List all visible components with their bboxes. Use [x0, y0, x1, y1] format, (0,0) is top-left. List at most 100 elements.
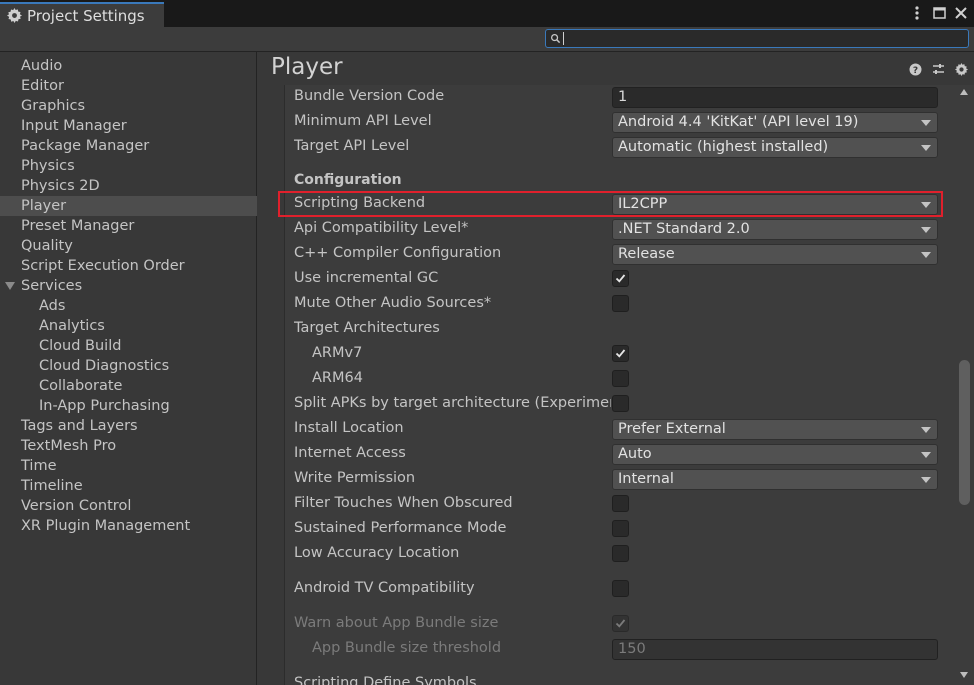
chevron-down-icon — [921, 202, 931, 208]
chevron-down-icon — [921, 145, 931, 151]
scripting-backend-dropdown[interactable]: IL2CPP — [612, 194, 938, 215]
sidebar-item-label: Graphics — [21, 98, 86, 114]
sidebar-item-time[interactable]: Time — [0, 456, 257, 476]
field-label: Bundle Version Code — [294, 88, 445, 104]
page-title: Player — [271, 54, 343, 80]
row-android-tv-compatibility: Android TV Compatibility — [285, 577, 955, 602]
settings-gear-icon[interactable] — [954, 62, 968, 76]
field-label: Use incremental GC — [294, 270, 439, 286]
sidebar-item-input-manager[interactable]: Input Manager — [0, 116, 257, 136]
sidebar-item-label: TextMesh Pro — [21, 438, 117, 454]
filter-touches-when-obscured-checkbox[interactable] — [612, 495, 629, 512]
scroll-up-icon[interactable] — [960, 89, 968, 95]
sidebar-item-label: Services — [21, 278, 83, 294]
sidebar-item-quality[interactable]: Quality — [0, 236, 257, 256]
sidebar-item-collaborate[interactable]: Collaborate — [0, 376, 257, 396]
minimum-api-level-dropdown[interactable]: Android 4.4 'KitKat' (API level 19) — [612, 112, 938, 133]
sidebar-item-label: Script Execution Order — [21, 258, 185, 274]
sidebar-item-label: Version Control — [21, 498, 132, 514]
internet-access-dropdown[interactable]: Auto — [612, 444, 938, 465]
row-write-permission: Write Permission Internal — [285, 467, 955, 492]
row-low-accuracy-location: Low Accuracy Location — [285, 542, 955, 567]
sidebar-item-label: Audio — [21, 58, 63, 74]
bundle-version-code-field[interactable]: 1 — [612, 87, 938, 108]
field-label: Target Architectures — [294, 320, 440, 336]
install-location-dropdown[interactable]: Prefer External — [612, 419, 938, 440]
dropdown-value: Automatic (highest installed) — [618, 139, 829, 155]
row-target-api-level: Target API Level Automatic (highest insta… — [285, 135, 955, 160]
sidebar-item-analytics[interactable]: Analytics — [0, 316, 257, 336]
help-icon[interactable]: ? — [908, 62, 922, 76]
c-compiler-configuration-dropdown[interactable]: Release — [612, 244, 938, 265]
search-input[interactable] — [545, 29, 969, 48]
sidebar-item-in-app-purchasing[interactable]: In-App Purchasing — [0, 396, 257, 416]
sidebar-item-physics-2d[interactable]: Physics 2D — [0, 176, 257, 196]
sidebar-item-label: Package Manager — [21, 138, 150, 154]
sidebar-item-label: Analytics — [39, 318, 105, 334]
svg-text:?: ? — [912, 66, 917, 76]
field-label: Android TV Compatibility — [294, 580, 475, 596]
row-bundle-version-code: Bundle Version Code 1 — [285, 85, 955, 110]
row-minimum-api-level: Minimum API Level Android 4.4 'KitKat' (A… — [285, 110, 955, 135]
row-api-compatibility-level: Api Compatibility Level* .NET Standard 2.… — [285, 217, 955, 242]
field-label: Sustained Performance Mode — [294, 520, 507, 536]
sidebar-item-ads[interactable]: Ads — [0, 296, 257, 316]
sidebar-item-physics[interactable]: Physics — [0, 156, 257, 176]
sidebar-item-player[interactable]: Player — [0, 196, 257, 216]
sidebar-item-label: Cloud Build — [39, 338, 122, 354]
maximize-icon[interactable] — [932, 4, 946, 22]
row-app-bundle-size-threshold: App Bundle size threshold 150 — [285, 637, 955, 662]
android-tv-compatibility-checkbox[interactable] — [612, 580, 629, 597]
sidebar-item-version-control[interactable]: Version Control — [0, 496, 257, 516]
sidebar-item-cloud-build[interactable]: Cloud Build — [0, 336, 257, 356]
sustained-performance-mode-checkbox[interactable] — [612, 520, 629, 537]
vertical-scrollbar[interactable] — [955, 85, 974, 685]
sidebar-item-package-manager[interactable]: Package Manager — [0, 136, 257, 156]
sidebar-item-services[interactable]: Services — [0, 276, 257, 296]
armv7-checkbox[interactable] — [612, 345, 629, 362]
use-incremental-gc-checkbox[interactable] — [612, 270, 629, 287]
sidebar-item-preset-manager[interactable]: Preset Manager — [0, 216, 257, 236]
sidebar-item-label: Collaborate — [39, 378, 123, 394]
dropdown-value: .NET Standard 2.0 — [618, 221, 750, 237]
arm64-checkbox[interactable] — [612, 370, 629, 387]
presets-icon[interactable] — [931, 62, 945, 76]
api-compatibility-level-dropdown[interactable]: .NET Standard 2.0 — [612, 219, 938, 240]
sidebar-item-audio[interactable]: Audio — [0, 56, 257, 76]
chevron-down-icon — [921, 427, 931, 433]
field-label: Api Compatibility Level* — [294, 220, 469, 236]
scroll-thumb[interactable] — [959, 360, 970, 505]
low-accuracy-location-checkbox[interactable] — [612, 545, 629, 562]
sidebar-item-tags-and-layers[interactable]: Tags and Layers — [0, 416, 257, 436]
split-apks-by-target-architecture-experimen-checkbox[interactable] — [612, 395, 629, 412]
field-label: Mute Other Audio Sources* — [294, 295, 492, 311]
row-scripting-define-symbols: Scripting Define Symbols — [285, 672, 955, 685]
scroll-down-icon[interactable] — [960, 672, 968, 678]
row-mute-other-audio-sources: Mute Other Audio Sources* — [285, 292, 955, 317]
field-label: Filter Touches When Obscured — [294, 495, 513, 511]
sidebar-item-label: Cloud Diagnostics — [39, 358, 170, 374]
sidebar-item-label: Ads — [39, 298, 66, 314]
field-label: Install Location — [294, 420, 404, 436]
sidebar-item-editor[interactable]: Editor — [0, 76, 257, 96]
sidebar-item-label: Preset Manager — [21, 218, 135, 234]
sidebar-item-timeline[interactable]: Timeline — [0, 476, 257, 496]
sidebar-item-xr-plugin-management[interactable]: XR Plugin Management — [0, 516, 257, 536]
sidebar-item-cloud-diagnostics[interactable]: Cloud Diagnostics — [0, 356, 257, 376]
sidebar-item-textmesh-pro[interactable]: TextMesh Pro — [0, 436, 257, 456]
tab-title: Project Settings — [27, 6, 145, 25]
sidebar-item-graphics[interactable]: Graphics — [0, 96, 257, 116]
project-settings-tab[interactable]: Project Settings — [0, 2, 164, 27]
expand-triangle-icon[interactable] — [5, 282, 15, 290]
dropdown-value: Internal — [618, 471, 674, 487]
mute-other-audio-sources-checkbox[interactable] — [612, 295, 629, 312]
row-scripting-backend: Scripting Backend IL2CPP — [285, 192, 955, 217]
text-caret — [563, 32, 564, 45]
close-icon[interactable] — [954, 4, 968, 22]
row-warn-about-app-bundle-size: Warn about App Bundle size — [285, 612, 955, 637]
target-api-level-dropdown[interactable]: Automatic (highest installed) — [612, 137, 938, 158]
sidebar-item-script-execution-order[interactable]: Script Execution Order — [0, 256, 257, 276]
write-permission-dropdown[interactable]: Internal — [612, 469, 938, 490]
settings-sidebar: Audio Editor Graphics Input Manager Package … — [0, 52, 257, 685]
kebab-menu-icon[interactable] — [910, 4, 924, 22]
